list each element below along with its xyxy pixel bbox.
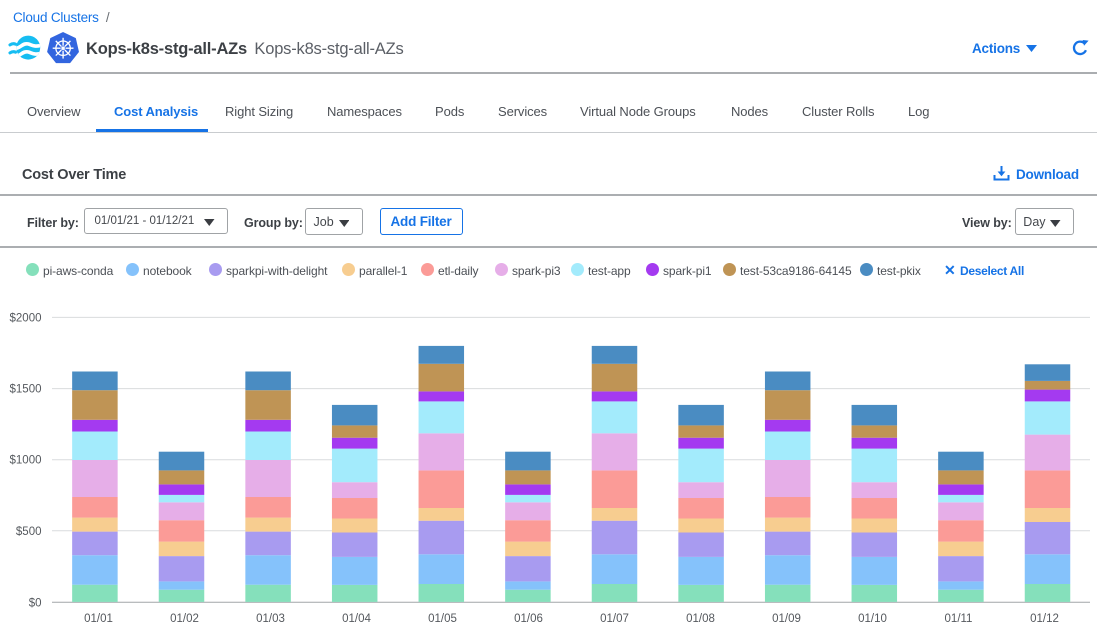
svg-text:$500: $500 xyxy=(16,526,42,538)
svg-text:01/11: 01/11 xyxy=(945,613,973,625)
svg-text:01/12: 01/12 xyxy=(1030,613,1059,625)
svg-text:01/05: 01/05 xyxy=(428,613,457,625)
svg-text:01/06: 01/06 xyxy=(514,613,543,625)
svg-text:01/08: 01/08 xyxy=(686,613,715,625)
svg-text:$2000: $2000 xyxy=(10,312,42,324)
svg-text:01/01: 01/01 xyxy=(84,613,113,625)
svg-text:01/02: 01/02 xyxy=(170,613,199,625)
svg-text:$0: $0 xyxy=(29,597,42,609)
svg-text:$1000: $1000 xyxy=(10,455,42,467)
svg-text:01/03: 01/03 xyxy=(256,613,285,625)
svg-text:01/04: 01/04 xyxy=(342,613,371,625)
svg-text:01/09: 01/09 xyxy=(772,613,801,625)
svg-text:01/10: 01/10 xyxy=(858,613,887,625)
svg-text:01/07: 01/07 xyxy=(600,613,629,625)
svg-text:$1500: $1500 xyxy=(10,384,42,396)
